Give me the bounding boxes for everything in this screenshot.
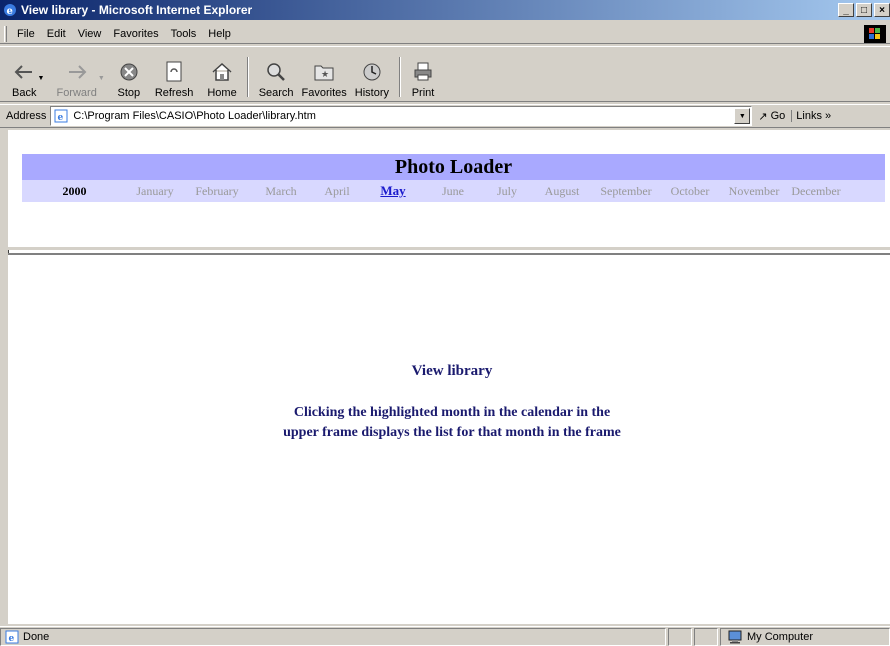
maximize-button[interactable]: □ (856, 3, 872, 17)
status-text: Done (23, 630, 50, 643)
menu-grip (4, 25, 7, 42)
month-calendar: 2000 January February March April May Ju… (22, 180, 885, 202)
month-february: February (195, 183, 239, 198)
month-january: January (136, 183, 174, 198)
page-icon: e (53, 108, 69, 124)
minimize-button[interactable]: _ (838, 3, 854, 17)
month-december: December (791, 183, 841, 198)
print-label: Print (411, 87, 435, 99)
status-bar: e Done My Computer (0, 626, 890, 646)
instructions-line-1: Clicking the highlighted month in the ca… (293, 405, 611, 420)
forward-button[interactable]: Forward ▼ (52, 51, 105, 101)
month-april: April (324, 183, 350, 198)
browser-window: e View library - Microsoft Internet Expl… (0, 0, 890, 646)
back-label: Back (12, 87, 37, 99)
month-september: September (600, 183, 652, 198)
history-button[interactable]: History (351, 51, 393, 101)
toolbar-separator (399, 57, 402, 97)
month-november: November (728, 183, 780, 198)
address-bar: Address e C:\Program Files\CASIO\Photo L… (0, 104, 890, 128)
home-icon (210, 60, 234, 84)
page-content: Photo Loader 2000 January February March… (8, 130, 890, 624)
title-bar: e View library - Microsoft Internet Expl… (0, 0, 890, 20)
page-done-icon: e (5, 630, 19, 644)
menu-view[interactable]: View (72, 28, 108, 40)
search-label: Search (258, 87, 294, 99)
refresh-button[interactable]: Refresh (151, 51, 198, 101)
month-july: July (496, 183, 517, 198)
standard-toolbar: Back ▼ Forward ▼ Stop Refresh Home Searc… (0, 46, 890, 102)
svg-text:e: e (7, 6, 13, 17)
address-dropdown-icon[interactable]: ▼ (734, 108, 751, 124)
refresh-icon (162, 60, 186, 84)
go-arrow-icon: ↗ (758, 110, 768, 123)
search-icon (264, 60, 288, 84)
forward-label: Forward (56, 87, 97, 99)
favorites-icon: ★ (312, 60, 336, 84)
menu-tools[interactable]: Tools (165, 28, 203, 40)
calendar-frame: Photo Loader 2000 January February March… (8, 130, 890, 250)
ie-logo-icon: e (2, 2, 18, 18)
menu-edit[interactable]: Edit (41, 28, 72, 40)
computer-icon (727, 630, 743, 644)
windows-logo-icon (864, 25, 886, 43)
links-label: Links (796, 110, 822, 122)
go-label: Go (770, 110, 786, 122)
month-august: August (544, 183, 580, 198)
history-label: History (354, 87, 390, 99)
svg-text:e: e (58, 113, 64, 123)
search-button[interactable]: Search (255, 51, 298, 101)
stop-button[interactable]: Stop (113, 51, 145, 101)
instructions-text: Clicking the highlighted month in the ca… (8, 403, 890, 443)
svg-text:e: e (9, 634, 15, 644)
page-title: Photo Loader (22, 154, 885, 180)
stop-label: Stop (117, 87, 141, 99)
back-arrow-icon (12, 60, 36, 84)
month-june: June (442, 183, 464, 198)
menu-bar: File Edit View Favorites Tools Help (0, 24, 890, 44)
svg-text:★: ★ (321, 69, 329, 79)
month-march: March (265, 183, 297, 198)
print-button[interactable]: Print (407, 51, 439, 101)
stop-icon (117, 60, 141, 84)
address-label: Address (6, 110, 47, 122)
printer-icon (411, 60, 435, 84)
favorites-label: Favorites (301, 87, 347, 99)
menu-file[interactable]: File (11, 28, 41, 40)
back-dropdown-icon[interactable]: ▼ (38, 75, 45, 82)
toolbar-separator (246, 57, 249, 97)
forward-arrow-icon (65, 60, 89, 84)
calendar-year: 2000 (62, 183, 87, 198)
forward-dropdown-icon[interactable]: ▼ (98, 75, 105, 82)
month-may-link[interactable]: May (363, 183, 423, 199)
favorites-button[interactable]: ★ Favorites (298, 51, 351, 101)
instructions-line-2: upper frame displays the list for that m… (283, 425, 621, 440)
history-icon (360, 60, 384, 84)
close-button[interactable]: × (874, 3, 890, 17)
list-frame: View library Clicking the highlighted mo… (8, 253, 890, 624)
home-label: Home (207, 87, 237, 99)
month-october: October (670, 183, 710, 198)
refresh-label: Refresh (154, 87, 194, 99)
address-input[interactable]: C:\Program Files\CASIO\Photo Loader\libr… (73, 110, 734, 122)
home-button[interactable]: Home (203, 51, 240, 101)
menu-favorites[interactable]: Favorites (107, 28, 164, 40)
address-field[interactable]: e C:\Program Files\CASIO\Photo Loader\li… (50, 106, 753, 126)
links-button[interactable]: Links » (791, 110, 831, 122)
security-zone: My Computer (720, 627, 890, 646)
go-button[interactable]: ↗ Go (752, 110, 791, 123)
status-pane (694, 627, 718, 646)
status-main-pane: e Done (0, 627, 666, 646)
window-title: View library - Microsoft Internet Explor… (21, 3, 253, 17)
menu-help[interactable]: Help (202, 28, 237, 40)
view-library-heading: View library (411, 363, 493, 379)
zone-label: My Computer (747, 630, 814, 643)
status-pane (668, 627, 692, 646)
back-button[interactable]: Back ▼ (8, 51, 44, 101)
